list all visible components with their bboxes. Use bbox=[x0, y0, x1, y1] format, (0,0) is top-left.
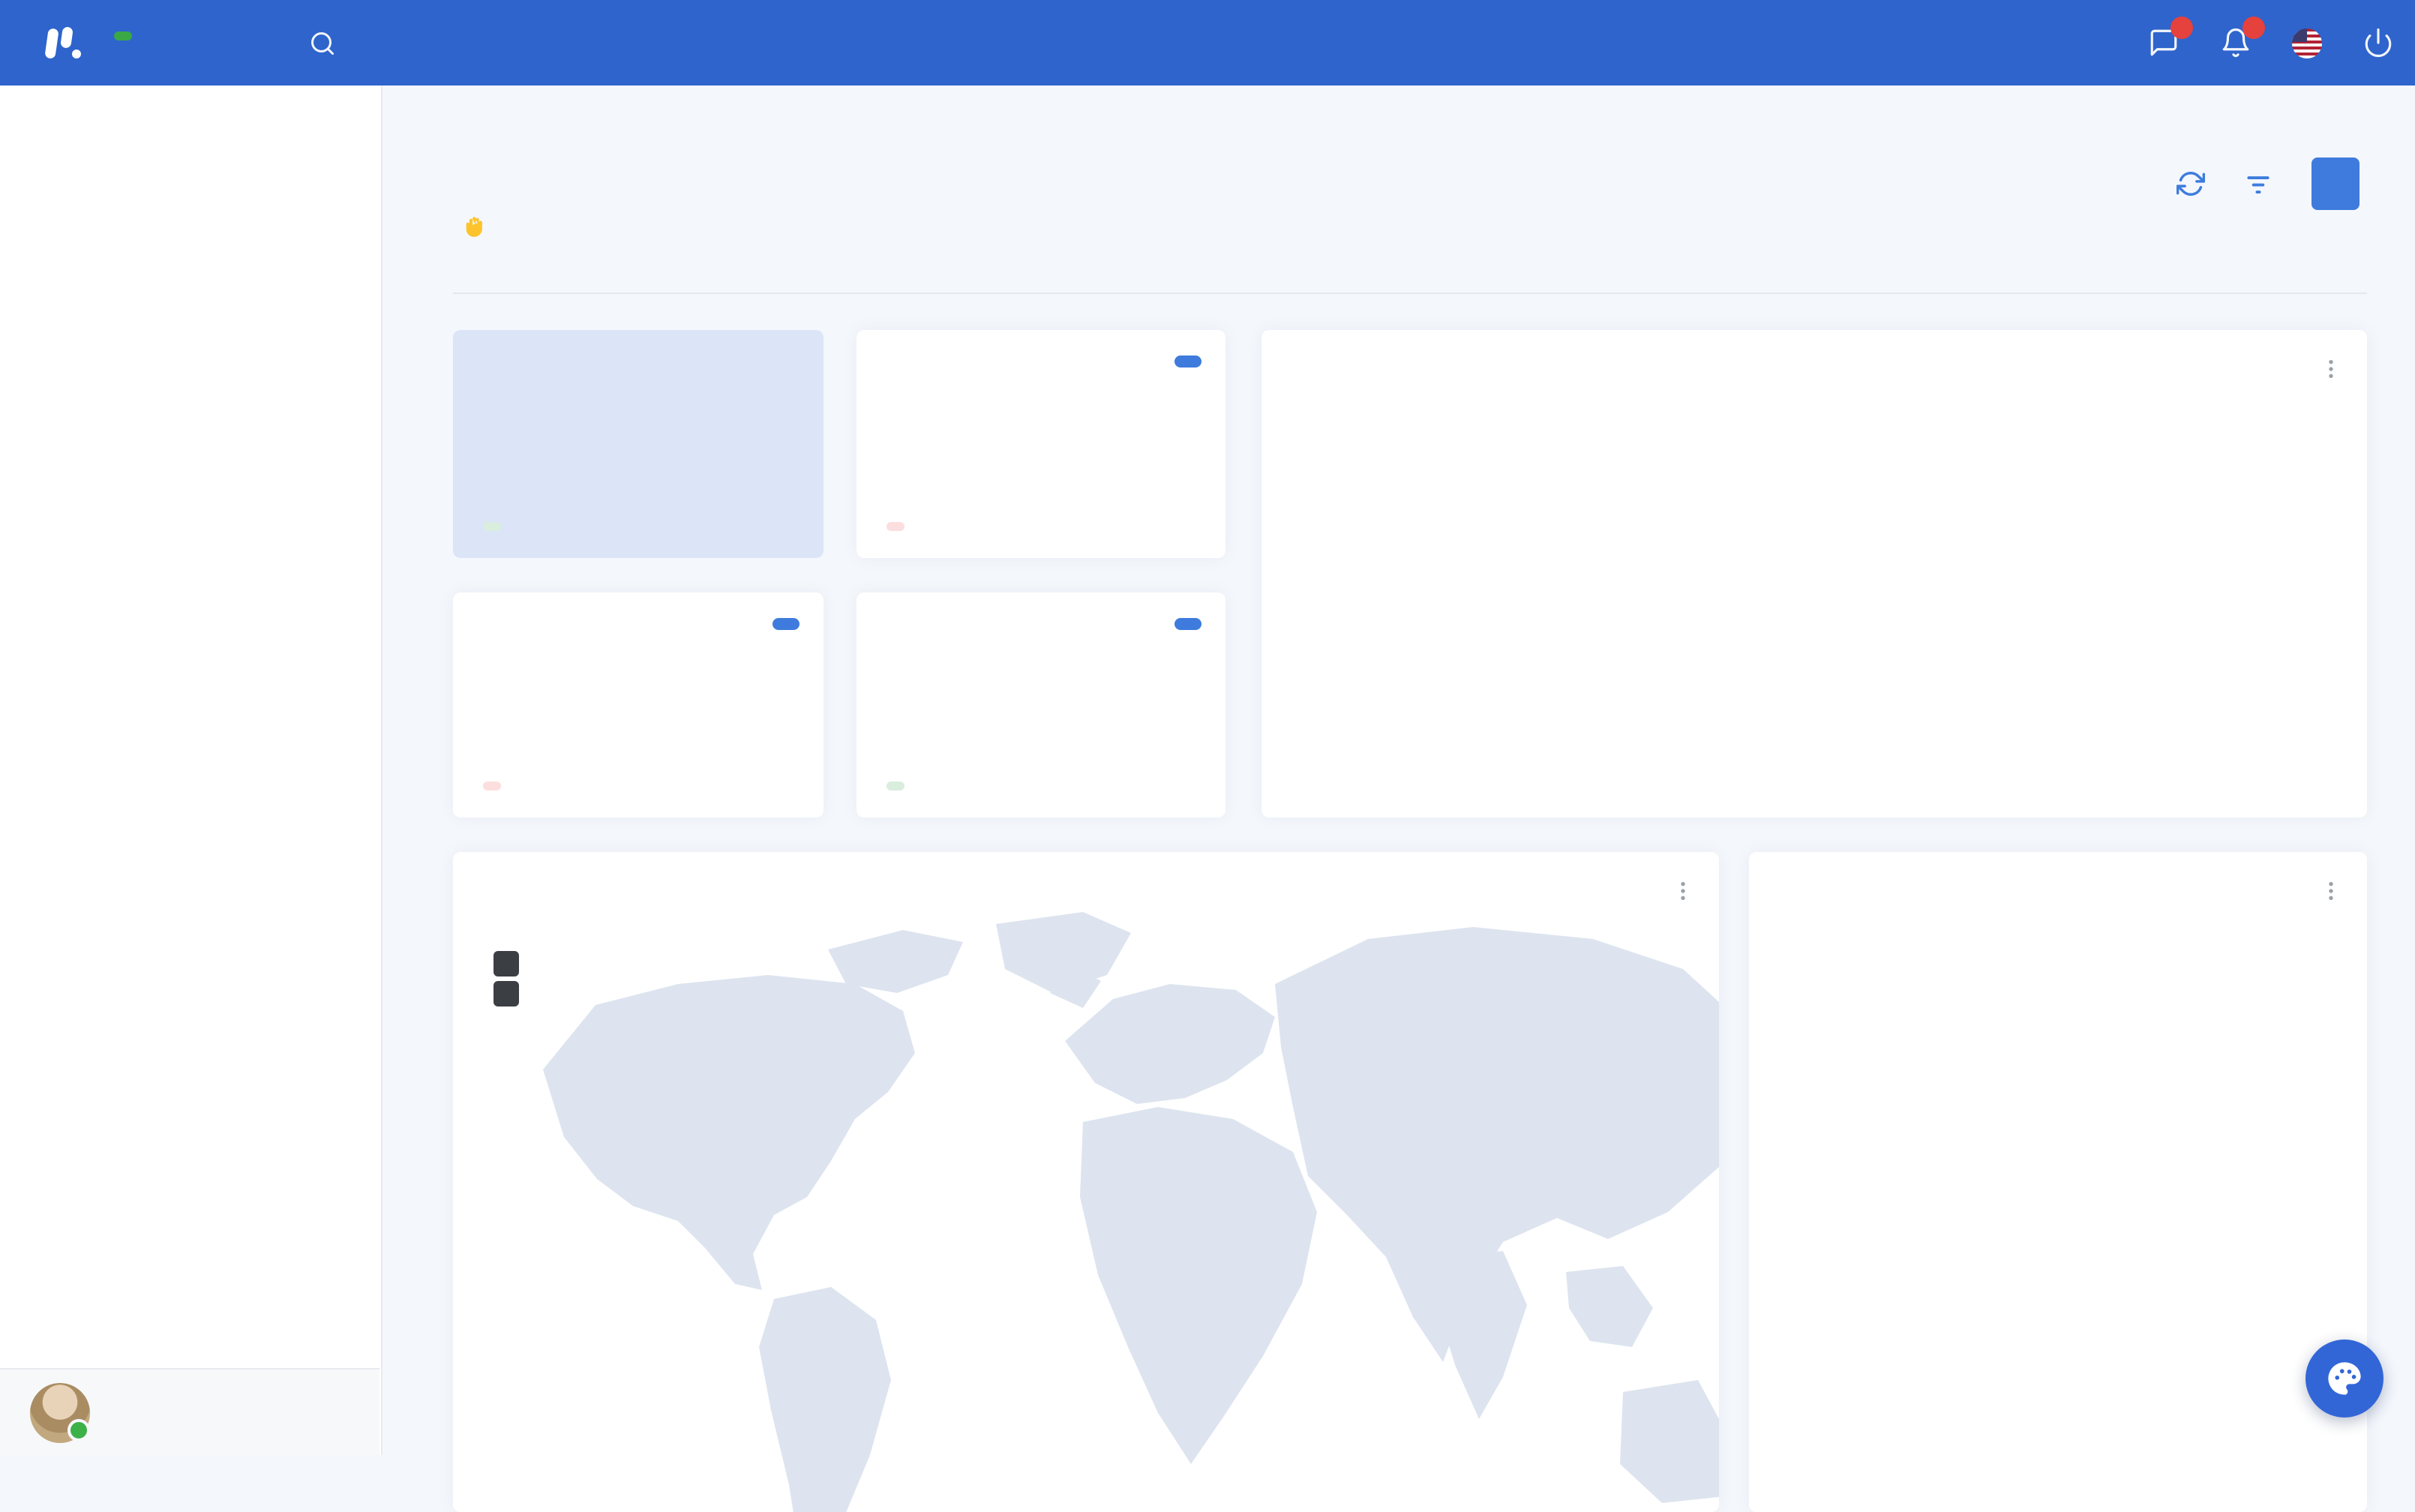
search-input[interactable] bbox=[354, 29, 684, 56]
stat-card-visitors bbox=[453, 330, 824, 558]
mobile-desktop-chart-card bbox=[1262, 330, 2367, 818]
navbar-search[interactable] bbox=[309, 29, 684, 56]
sidebar bbox=[0, 86, 382, 1455]
user-avatar bbox=[30, 1382, 90, 1442]
top-navbar bbox=[0, 0, 2415, 86]
power-sign-out-icon[interactable] bbox=[2362, 27, 2394, 58]
stat-card-bounce bbox=[856, 592, 1226, 818]
delta-badge bbox=[483, 782, 501, 790]
pro-badge bbox=[114, 31, 132, 40]
period-badge[interactable] bbox=[772, 618, 800, 630]
mira-logo-icon bbox=[44, 23, 84, 62]
refresh-icon[interactable] bbox=[2176, 170, 2205, 198]
delta-badge bbox=[886, 522, 904, 531]
stat-value bbox=[856, 360, 1226, 386]
stat-title bbox=[856, 592, 1226, 622]
mobile-desktop-bar-chart bbox=[1262, 330, 2367, 818]
stat-card-realtime bbox=[453, 592, 824, 818]
header-divider bbox=[453, 292, 2367, 294]
theme-palette-fab[interactable] bbox=[2306, 1340, 2384, 1418]
notifications-count-badge bbox=[2242, 16, 2265, 39]
stat-title bbox=[453, 592, 824, 622]
notifications-bell-icon[interactable] bbox=[2220, 16, 2265, 58]
stat-value bbox=[856, 622, 1226, 648]
world-map[interactable] bbox=[453, 897, 1719, 1512]
header-actions bbox=[2176, 158, 2360, 210]
source-donut-chart[interactable] bbox=[1934, 969, 2151, 1186]
source-card-title bbox=[1749, 852, 2367, 882]
period-badge[interactable] bbox=[1174, 618, 1202, 630]
more-menu-icon[interactable] bbox=[2319, 879, 2343, 903]
messages-icon[interactable] bbox=[2148, 16, 2193, 58]
search-icon bbox=[309, 29, 336, 56]
source-medium-card bbox=[1749, 852, 2367, 1512]
navbar-actions bbox=[2148, 0, 2394, 86]
analytics-dashboard-app bbox=[0, 0, 2415, 1512]
page-subtitle bbox=[453, 214, 488, 240]
map-card-title bbox=[453, 852, 1719, 882]
palette-icon bbox=[2328, 1362, 2361, 1395]
stat-value bbox=[453, 622, 824, 648]
realtime-map-card bbox=[453, 852, 1719, 1512]
messages-count-badge bbox=[2170, 16, 2193, 39]
stat-title bbox=[453, 330, 824, 360]
main-content bbox=[382, 86, 2415, 1512]
period-badge[interactable] bbox=[1174, 356, 1202, 368]
delta-badge bbox=[483, 522, 501, 531]
language-flag-us-icon[interactable] bbox=[2292, 28, 2322, 58]
stat-card-activity bbox=[856, 330, 1226, 558]
wave-hand-icon bbox=[466, 217, 482, 237]
delta-badge bbox=[886, 782, 904, 790]
filter-icon[interactable] bbox=[2244, 170, 2272, 198]
date-button[interactable] bbox=[2312, 158, 2360, 210]
stat-title bbox=[856, 330, 1226, 360]
stat-value bbox=[453, 360, 824, 386]
brand-logo[interactable] bbox=[44, 23, 132, 62]
sidebar-user[interactable] bbox=[0, 1368, 380, 1455]
